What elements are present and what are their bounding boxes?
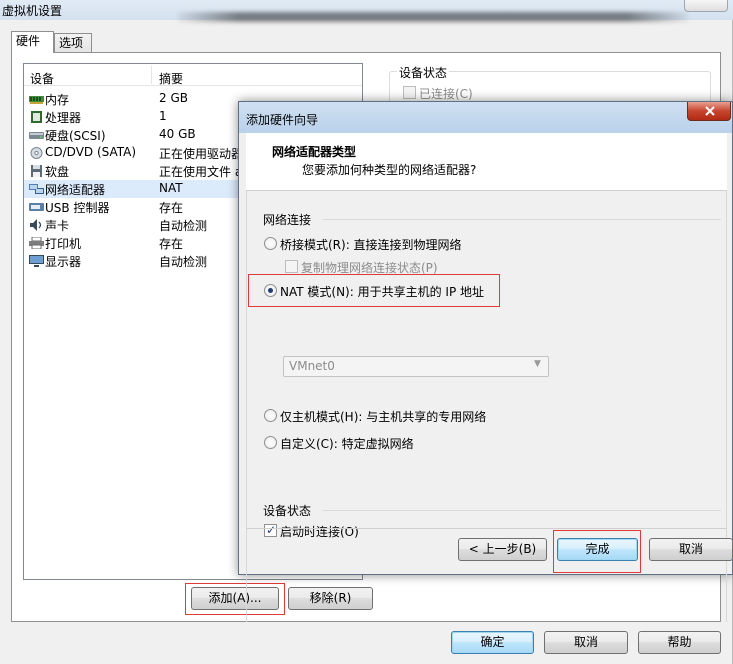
memory-icon bbox=[29, 96, 44, 104]
wizard-heading: 网络适配器类型 bbox=[272, 145, 357, 159]
wizard-footer-divider bbox=[246, 528, 727, 529]
help-button-label: 帮助 bbox=[667, 635, 692, 649]
device-summary: 自动检测 bbox=[159, 219, 208, 233]
ok-button-label: 确定 bbox=[480, 635, 505, 649]
custom-network-select[interactable]: VMnet0 ▼ bbox=[283, 356, 549, 377]
host-only-mode-radio[interactable] bbox=[264, 409, 277, 422]
finish-button-label: 完成 bbox=[585, 542, 610, 556]
floppy-icon bbox=[31, 165, 42, 177]
tab-hardware[interactable]: 硬件 bbox=[11, 31, 54, 53]
network-connection-label: 网络连接 bbox=[263, 213, 312, 227]
hard-disk-icon bbox=[29, 132, 44, 139]
replicate-state-checkbox[interactable] bbox=[285, 260, 298, 273]
custom-network-value: VMnet0 bbox=[289, 359, 335, 373]
wizard-titlebar: 添加硬件向导 bbox=[239, 102, 732, 133]
finish-button[interactable]: 完成 bbox=[557, 538, 638, 561]
cancel-button[interactable]: 取消 bbox=[544, 631, 628, 654]
display-icon bbox=[29, 255, 44, 267]
wizard-header: 网络适配器类型 您要添加何种类型的网络适配器? bbox=[246, 133, 727, 191]
window-shadow bbox=[178, 12, 688, 22]
connect-at-power-on-checkbox[interactable] bbox=[264, 523, 277, 537]
device-summary: 自动检测 bbox=[159, 255, 208, 269]
back-button[interactable]: < 上一步(B) bbox=[458, 538, 547, 561]
add-hardware-wizard: 添加硬件向导 网络适配器类型 您要添加何种类型的网络适配器? 网络连接 桥接模式… bbox=[238, 101, 733, 622]
column-separator[interactable] bbox=[151, 66, 152, 84]
back-button-label: < 上一步(B) bbox=[468, 542, 537, 556]
network-adapter-icon bbox=[29, 184, 44, 194]
device-summary: 2 GB bbox=[159, 91, 188, 105]
window-title: 虚拟机设置 bbox=[2, 4, 63, 18]
section-divider bbox=[323, 219, 721, 220]
device-name: 声卡 bbox=[45, 219, 70, 233]
wizard-device-status-label: 设备状态 bbox=[263, 504, 312, 518]
connected-label: 已连接(C) bbox=[419, 87, 473, 101]
sound-card-icon bbox=[30, 219, 42, 231]
ok-button[interactable]: 确定 bbox=[451, 631, 534, 654]
device-name: 内存 bbox=[45, 93, 70, 107]
device-summary: 存在 bbox=[159, 201, 184, 215]
column-header-device[interactable]: 设备 bbox=[30, 70, 54, 87]
chevron-down-icon: ▼ bbox=[534, 359, 541, 369]
close-icon bbox=[705, 106, 715, 116]
cancel-button-label: 取消 bbox=[573, 635, 598, 649]
device-name: 软盘 bbox=[45, 165, 70, 179]
wizard-cancel-button[interactable]: 取消 bbox=[649, 538, 733, 561]
device-list-header: 设备 摘要 bbox=[24, 64, 362, 86]
column-header-summary[interactable]: 摘要 bbox=[159, 70, 183, 87]
tab-hardware-label: 硬件 bbox=[16, 34, 41, 48]
device-summary: NAT bbox=[159, 181, 183, 195]
device-name: 处理器 bbox=[45, 111, 82, 125]
device-name: 网络适配器 bbox=[45, 183, 106, 197]
help-button[interactable]: 帮助 bbox=[638, 631, 721, 654]
device-summary: 40 GB bbox=[159, 127, 196, 141]
device-summary: 正在使用文件 a bbox=[159, 165, 243, 179]
host-only-mode-label[interactable]: 仅主机模式(H): 与主机共享的专用网络 bbox=[280, 408, 486, 425]
device-name: 硬盘(SCSI) bbox=[45, 129, 106, 143]
tab-options-label: 选项 bbox=[59, 36, 84, 50]
tab-options[interactable]: 选项 bbox=[54, 33, 92, 53]
cd-dvd-icon bbox=[30, 147, 43, 159]
wizard-subheading: 您要添加何种类型的网络适配器? bbox=[302, 163, 477, 177]
device-summary: 正在使用驱动器 bbox=[159, 147, 244, 161]
device-status-label: 设备状态 bbox=[397, 64, 450, 81]
custom-network-radio[interactable] bbox=[264, 436, 277, 449]
device-name: CD/DVD (SATA) bbox=[45, 145, 137, 159]
section-divider bbox=[323, 510, 721, 511]
device-summary: 1 bbox=[159, 109, 167, 123]
device-name: 打印机 bbox=[45, 237, 82, 251]
printer-icon bbox=[29, 237, 44, 249]
nat-mode-radio[interactable] bbox=[264, 284, 277, 297]
device-name: USB 控制器 bbox=[45, 201, 110, 215]
wizard-title: 添加硬件向导 bbox=[246, 113, 319, 127]
usb-icon bbox=[29, 203, 44, 211]
connect-at-power-on-label[interactable]: 启动时连接(O) bbox=[280, 523, 359, 540]
device-name: 显示器 bbox=[45, 255, 82, 269]
connected-checkbox[interactable] bbox=[403, 86, 416, 99]
custom-network-label[interactable]: 自定义(C): 特定虚拟网络 bbox=[280, 435, 414, 452]
wizard-cancel-button-label: 取消 bbox=[678, 542, 703, 556]
nat-mode-label[interactable]: NAT 模式(N): 用于共享主机的 IP 地址 bbox=[280, 283, 484, 300]
device-summary: 存在 bbox=[159, 237, 184, 251]
bridged-mode-radio[interactable] bbox=[264, 237, 277, 250]
wizard-close-button[interactable] bbox=[687, 102, 731, 121]
bridged-mode-label[interactable]: 桥接模式(R): 直接连接到物理网络 bbox=[280, 236, 462, 253]
processor-icon bbox=[31, 111, 42, 123]
window-close-button[interactable] bbox=[684, 0, 728, 12]
